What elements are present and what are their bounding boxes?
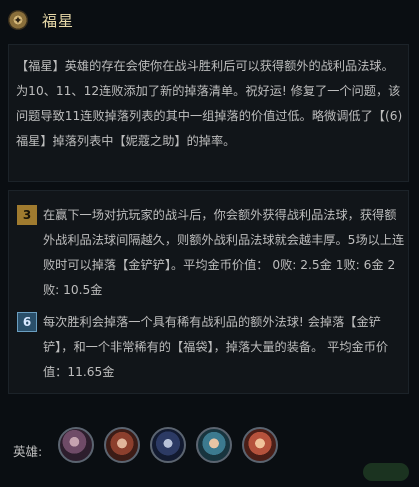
- tier-3-badge: 3: [17, 205, 37, 225]
- tier-6-badge: 6: [17, 312, 37, 332]
- champion-portrait-2[interactable]: [104, 427, 140, 463]
- trait-description-panel: 【福星】英雄的存在会使你在战斗胜利后可以获得额外的战利品法球。 为10、11、1…: [8, 44, 409, 182]
- trait-description-text: 【福星】英雄的存在会使你在战斗胜利后可以获得额外的战利品法球。 为10、11、1…: [16, 59, 403, 148]
- champion-portrait-1[interactable]: [58, 427, 94, 463]
- champion-portrait-5[interactable]: [242, 427, 278, 463]
- trait-title: 福星: [42, 12, 75, 30]
- champion-label: 英雄:: [13, 444, 43, 459]
- champion-row: 英雄:: [8, 423, 409, 479]
- tier-3-text: 在赢下一场对抗玩家的战斗后，你会额外获得战利品法球，获得额外战利品法球间隔越久，…: [43, 208, 405, 297]
- trait-header: ✦ 福星: [0, 0, 419, 40]
- tier-6-text: 每次胜利会掉落一个具有稀有战利品的额外法球! 会掉落【金铲铲】，和一个非常稀有的…: [43, 315, 389, 379]
- watermark-logo: [363, 463, 409, 481]
- champion-portrait-4[interactable]: [196, 427, 232, 463]
- tier-effects-panel: 3 在赢下一场对抗玩家的战斗后，你会额外获得战利品法球，获得额外战利品法球间隔越…: [8, 190, 409, 394]
- trait-emblem-icon: ✦: [8, 10, 28, 30]
- champion-portrait-3[interactable]: [150, 427, 186, 463]
